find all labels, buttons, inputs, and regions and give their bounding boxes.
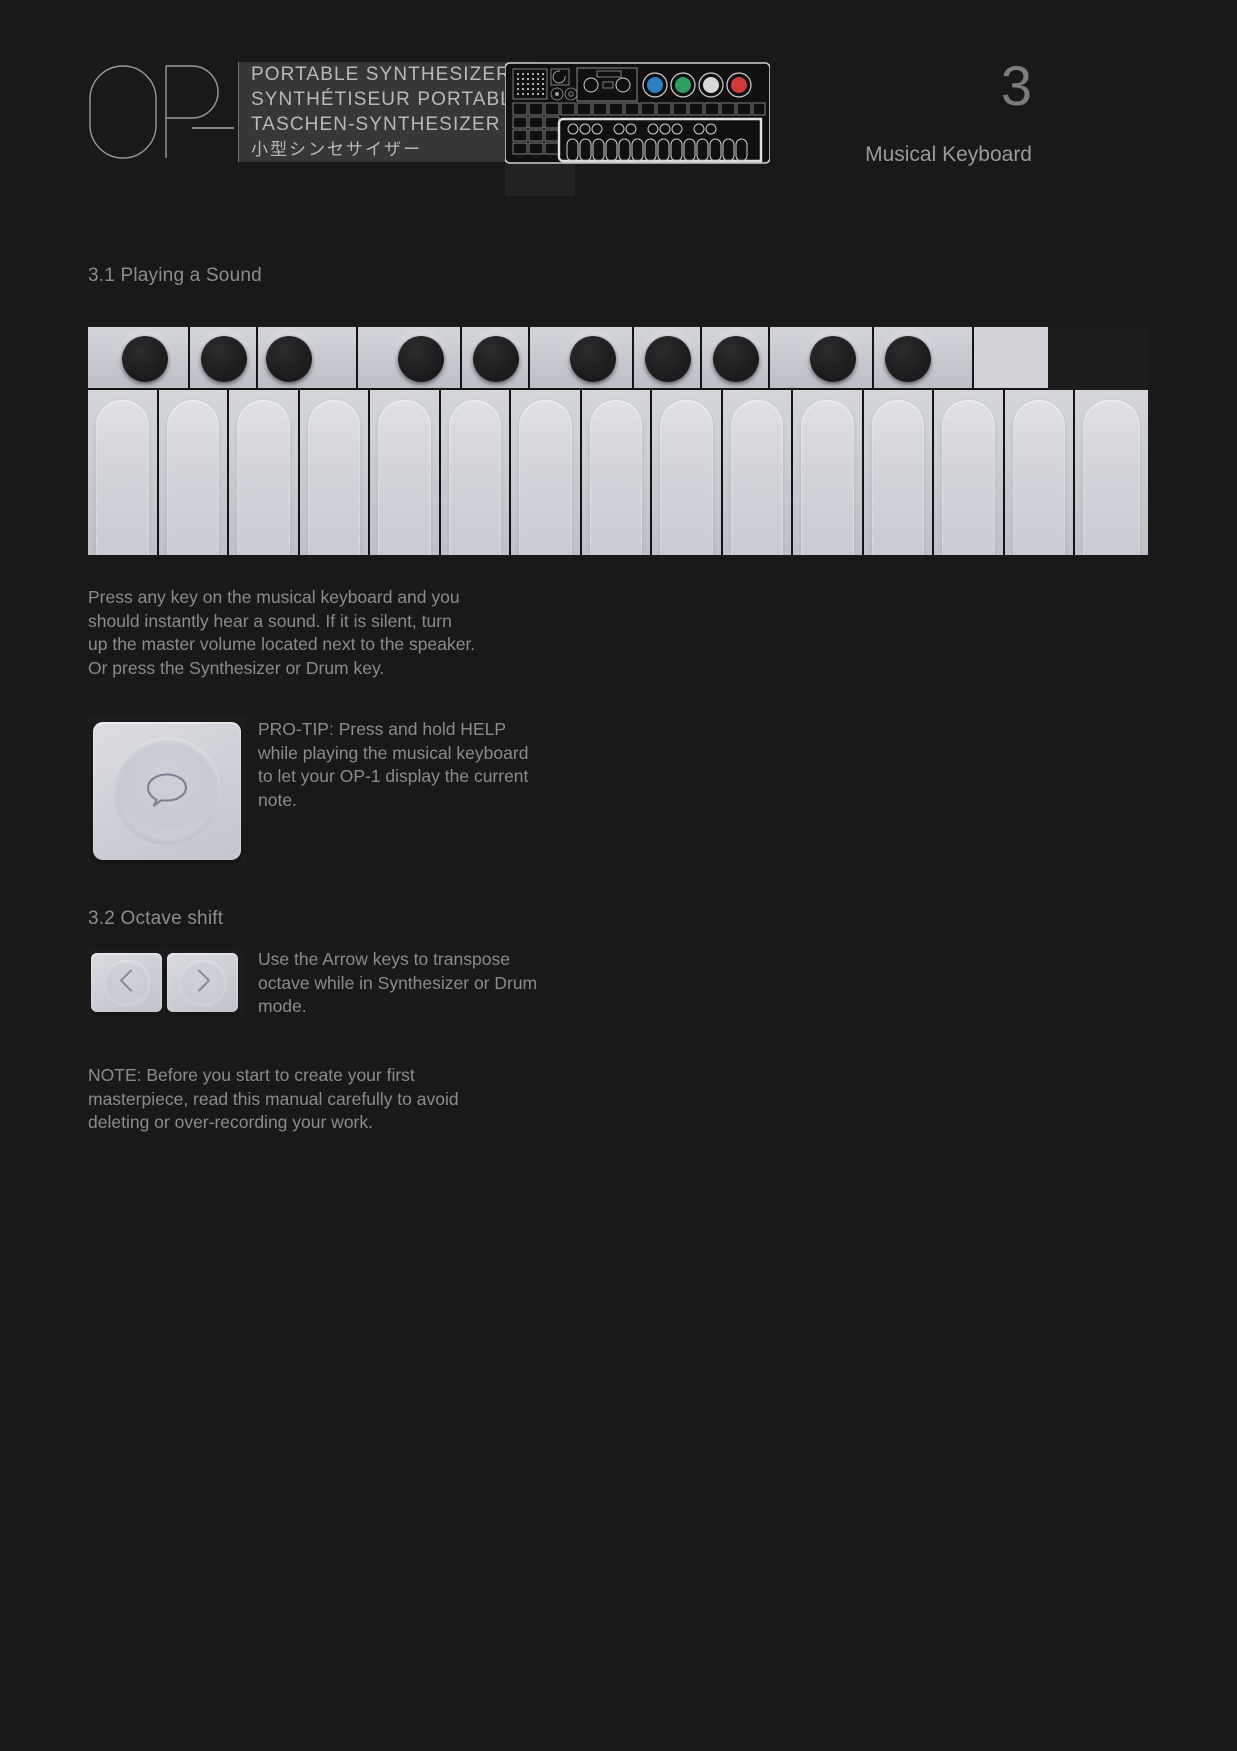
- black-key[interactable]: [770, 327, 874, 390]
- white-key[interactable]: [864, 390, 934, 555]
- subtitle-line-en: PORTABLE SYNTHESIZER: [251, 63, 511, 85]
- octave-up-button[interactable]: [167, 953, 238, 1012]
- black-key[interactable]: [190, 327, 258, 390]
- keyboard-top-filler: [974, 327, 1048, 390]
- op1-wordmark-icon: [88, 62, 238, 162]
- subtitle-line-jp: 小型シンセサイザー: [251, 139, 422, 159]
- black-key[interactable]: [258, 327, 358, 390]
- note-text: NOTE: Before you start to create your fi…: [88, 1065, 459, 1132]
- white-key[interactable]: [441, 390, 511, 555]
- op1-logo-block: PORTABLE SYNTHESIZER SYNTHÉTISEUR PORTAB…: [88, 62, 536, 162]
- section-3-1-body-text: Press any key on the musical keyboard an…: [88, 587, 476, 678]
- white-key[interactable]: [229, 390, 300, 555]
- section-heading-3-2: 3.2 Octave shift: [88, 908, 224, 929]
- white-key[interactable]: [88, 390, 159, 555]
- subtitle-line-de: TASCHEN-SYNTHESIZER: [251, 113, 501, 135]
- help-button-image: [88, 717, 246, 865]
- white-key[interactable]: [511, 390, 582, 555]
- octave-down-button[interactable]: [91, 953, 162, 1012]
- white-key[interactable]: [159, 390, 229, 555]
- section-3-2-body-text: Use the Arrow keys to transpose octave w…: [258, 949, 538, 1016]
- white-key[interactable]: [934, 390, 1005, 555]
- pro-tip-text: PRO-TIP: Press and hold HELP while playi…: [258, 719, 529, 810]
- help-button[interactable]: [93, 722, 241, 860]
- black-key[interactable]: [702, 327, 770, 390]
- white-key[interactable]: [300, 390, 370, 555]
- black-key[interactable]: [88, 327, 190, 390]
- white-key[interactable]: [1005, 390, 1075, 555]
- arrow-keys-image: [88, 950, 243, 1015]
- white-key[interactable]: [582, 390, 652, 555]
- chevron-right-icon: [193, 967, 213, 998]
- musical-keyboard-image: [88, 327, 1148, 555]
- logo-subtitle-block: PORTABLE SYNTHESIZER SYNTHÉTISEUR PORTAB…: [239, 62, 536, 162]
- op1-device-schematic: [504, 57, 771, 167]
- black-key[interactable]: [634, 327, 702, 390]
- chevron-left-icon: [117, 967, 137, 998]
- white-key[interactable]: [652, 390, 723, 555]
- white-key[interactable]: [1075, 390, 1148, 555]
- black-key[interactable]: [358, 327, 462, 390]
- white-key[interactable]: [793, 390, 864, 555]
- keyboard-white-key-row: [88, 390, 1148, 555]
- black-key[interactable]: [530, 327, 634, 390]
- white-key[interactable]: [370, 390, 441, 555]
- black-key[interactable]: [874, 327, 974, 390]
- white-key[interactable]: [723, 390, 793, 555]
- speech-bubble-icon: [144, 771, 190, 812]
- page-header: PORTABLE SYNTHESIZER SYNTHÉTISEUR PORTAB…: [0, 0, 1237, 200]
- black-key[interactable]: [462, 327, 530, 390]
- keyboard-black-key-row: [88, 327, 1148, 390]
- chapter-number: 3: [1000, 54, 1032, 117]
- section-heading-3-1: 3.1 Playing a Sound: [88, 265, 262, 286]
- chapter-title: Musical Keyboard: [865, 143, 1032, 166]
- subtitle-line-fr: SYNTHÉTISEUR PORTABLE: [251, 88, 526, 110]
